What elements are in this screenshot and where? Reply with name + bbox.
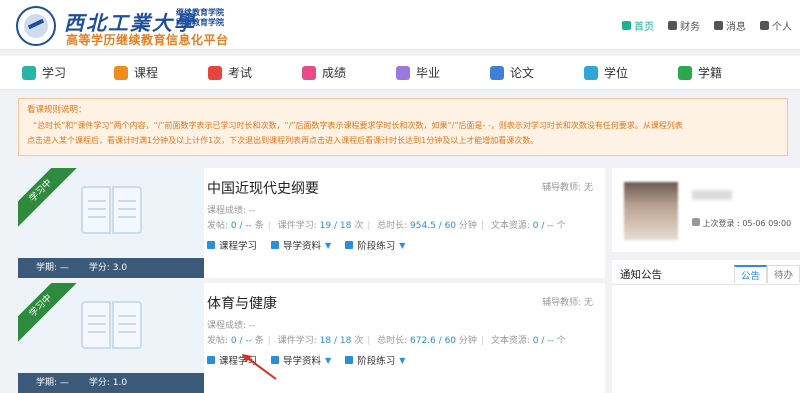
finance-icon bbox=[668, 21, 677, 30]
edit-icon bbox=[345, 356, 354, 364]
nav-graduate[interactable]: 毕业 bbox=[396, 64, 440, 81]
nav-course[interactable]: 课程 bbox=[114, 64, 158, 81]
text-resource-value: 0 / -- bbox=[532, 336, 554, 346]
user-name-blurred bbox=[692, 190, 732, 200]
main-nav: 学习 课程 考试 成绩 毕业 论文 学位 学籍 bbox=[0, 56, 800, 90]
top-link-home[interactable]: 首页 bbox=[622, 18, 654, 33]
play-icon bbox=[207, 241, 215, 249]
top-header: 西北工業大學 继续教育学院 网络教育学院 高等学历继续教育信息化平台 首页 财务… bbox=[0, 0, 800, 50]
courseware-value: 19 / 18 bbox=[319, 221, 352, 231]
course-actions: 课程学习 导学资料 ▼ 阶段练习 ▼ bbox=[207, 238, 405, 252]
rules-line-2: 点击进入某个课程后，看课计时满1分钟及以上计作1次，下次退出到课程列表再点击进入… bbox=[27, 136, 539, 145]
courseware-value: 18 / 18 bbox=[319, 336, 352, 346]
degree-icon bbox=[584, 65, 598, 80]
tutor-label: 辅导教师: 无 bbox=[542, 183, 593, 193]
profile-panel: 上次登录 : 05-06 09:00 bbox=[612, 168, 800, 252]
status-ribbon: 学习中 bbox=[18, 168, 80, 230]
course-thumbnail[interactable]: 学习中 学期: — 学分: 1.0 bbox=[18, 283, 204, 393]
guide-materials-dropdown[interactable]: 导学资料 ▼ bbox=[271, 238, 331, 252]
notice-tabs: 公告 待办 bbox=[733, 265, 800, 283]
notice-panel: 通知公告 公告 待办 bbox=[612, 260, 800, 393]
course-title[interactable]: 中国近现代史纲要 bbox=[207, 178, 319, 198]
duration-value: 672.6 / 60 bbox=[410, 336, 457, 346]
play-icon bbox=[207, 356, 215, 364]
nav-thesis[interactable]: 论文 bbox=[490, 64, 534, 81]
annotation-arrow-icon bbox=[242, 354, 277, 380]
course-grade: 课程成绩: -- bbox=[207, 206, 256, 216]
user-icon bbox=[760, 21, 769, 30]
credit-label: 学分: 1.0 bbox=[88, 378, 128, 388]
course-card: 学习中 学期: — 学分: 1.0 体育与健康 辅导教师: 无 课程成绩: --… bbox=[18, 283, 605, 393]
bell-icon bbox=[714, 21, 723, 30]
score-icon bbox=[302, 65, 316, 80]
course-icon bbox=[114, 65, 128, 80]
doc-icon bbox=[271, 241, 280, 249]
status-icon bbox=[678, 65, 692, 80]
top-link-messages[interactable]: 消息 bbox=[714, 18, 746, 33]
book-icon bbox=[80, 301, 144, 353]
guide-materials-dropdown[interactable]: 导学资料 ▼ bbox=[271, 353, 331, 367]
course-stats: 发帖: 0 / -- 条 | 课件学习: 18 / 18 次 | 总时长: 672.… bbox=[207, 336, 566, 346]
course-thumbnail[interactable]: 学习中 学期: — 学分: 3.0 bbox=[18, 168, 204, 278]
top-links: 首页 财务 消息 个人 bbox=[622, 18, 792, 33]
book-icon bbox=[80, 186, 144, 238]
nav-study[interactable]: 学习 bbox=[22, 64, 66, 81]
course-title[interactable]: 体育与健康 bbox=[207, 293, 277, 313]
chevron-down-icon: ▼ bbox=[325, 355, 332, 365]
college-name-online: 网络教育学院 bbox=[176, 18, 224, 27]
university-logo[interactable] bbox=[16, 6, 56, 46]
term-label: 学期: — bbox=[36, 263, 69, 273]
home-icon bbox=[622, 21, 631, 30]
study-icon bbox=[22, 65, 36, 80]
monitor-icon bbox=[692, 218, 700, 226]
posts-value: 0 / -- bbox=[230, 336, 252, 346]
stage-practice-dropdown[interactable]: 阶段练习 ▼ bbox=[345, 353, 405, 367]
nav-score[interactable]: 成绩 bbox=[302, 64, 346, 81]
stage-practice-dropdown[interactable]: 阶段练习 ▼ bbox=[345, 238, 405, 252]
chevron-down-icon: ▼ bbox=[399, 355, 406, 365]
nav-degree[interactable]: 学位 bbox=[584, 64, 628, 81]
nav-exam[interactable]: 考试 bbox=[208, 64, 252, 81]
course-card: 学习中 学期: — 学分: 3.0 中国近现代史纲要 辅导教师: 无 课程成绩:… bbox=[18, 168, 605, 278]
top-link-finance[interactable]: 财务 bbox=[668, 18, 700, 33]
graduate-icon bbox=[396, 65, 410, 80]
tab-todo[interactable]: 待办 bbox=[766, 265, 800, 283]
posts-value: 0 / -- bbox=[230, 221, 252, 231]
term-credit-bar: 学期: — 学分: 3.0 bbox=[18, 258, 204, 278]
status-ribbon: 学习中 bbox=[18, 283, 80, 345]
notice-title: 通知公告 bbox=[620, 269, 662, 281]
thesis-icon bbox=[490, 65, 504, 80]
tab-announcements[interactable]: 公告 bbox=[733, 265, 767, 283]
course-stats: 发帖: 0 / -- 条 | 课件学习: 19 / 18 次 | 总时长: 954.… bbox=[207, 221, 566, 231]
rules-line-1: “总时长”和“课件学习”两个内容，“/”前面数字表示已学习时长和次数，“/”后面… bbox=[33, 121, 683, 130]
term-credit-bar: 学期: — 学分: 1.0 bbox=[18, 373, 204, 393]
viewing-rules-box: 看课规则说明： “总时长”和“课件学习”两个内容，“/”前面数字表示已学习时长和… bbox=[18, 98, 788, 156]
last-login: 上次登录 : 05-06 09:00 bbox=[692, 218, 791, 229]
course-grade: 课程成绩: -- bbox=[207, 321, 256, 331]
nav-status[interactable]: 学籍 bbox=[678, 64, 722, 81]
credit-label: 学分: 3.0 bbox=[88, 263, 128, 273]
exam-icon bbox=[208, 65, 222, 80]
rules-title: 看课规则说明： bbox=[27, 105, 87, 115]
chevron-down-icon: ▼ bbox=[399, 240, 406, 250]
course-study-button[interactable]: 课程学习 bbox=[207, 238, 257, 252]
platform-title: 高等学历继续教育信息化平台 bbox=[66, 33, 229, 47]
text-resource-value: 0 / -- bbox=[532, 221, 554, 231]
term-label: 学期: — bbox=[36, 378, 69, 388]
chevron-down-icon: ▼ bbox=[325, 240, 332, 250]
top-link-personal[interactable]: 个人 bbox=[760, 18, 792, 33]
duration-value: 954.5 / 60 bbox=[410, 221, 457, 231]
tutor-label: 辅导教师: 无 bbox=[542, 298, 593, 308]
edit-icon bbox=[345, 241, 354, 249]
avatar[interactable] bbox=[624, 182, 678, 240]
course-actions: 课程学习 导学资料 ▼ 阶段练习 ▼ bbox=[207, 353, 405, 367]
